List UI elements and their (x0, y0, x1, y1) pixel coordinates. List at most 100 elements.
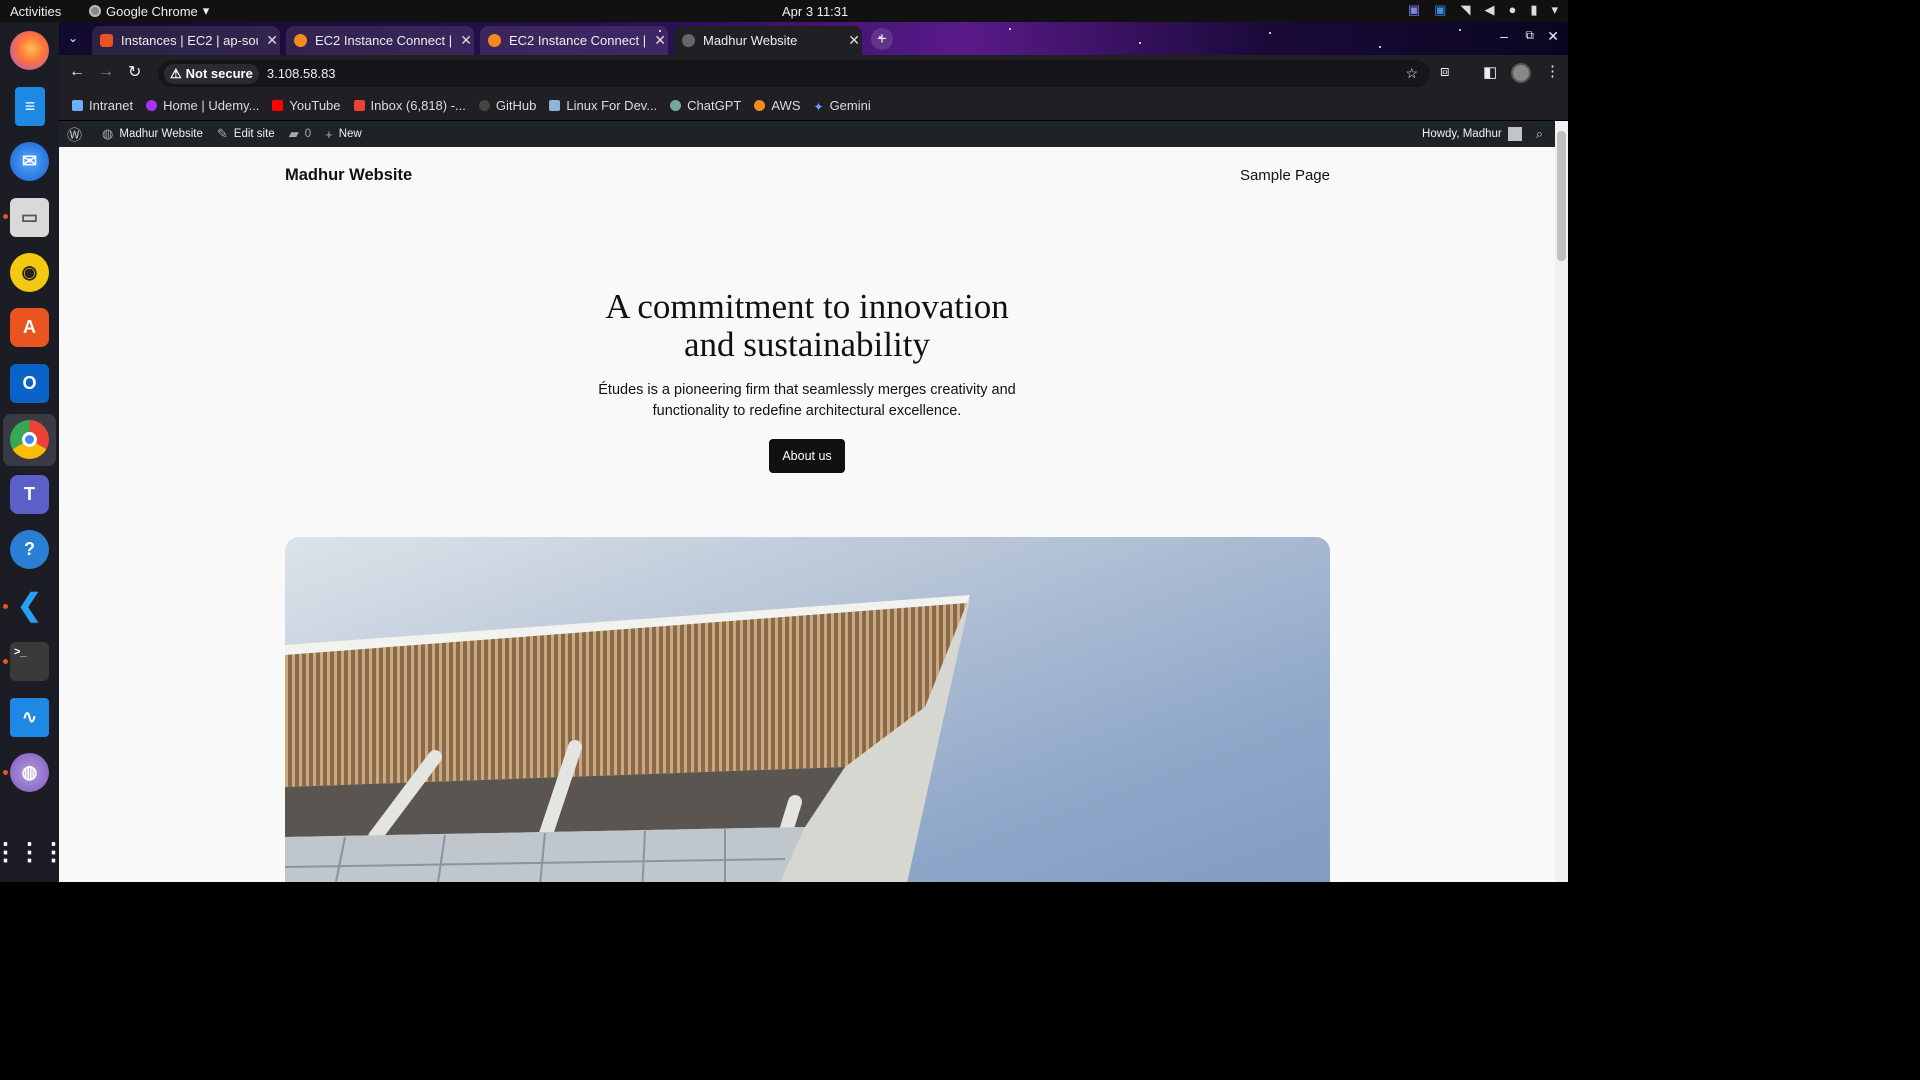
writer-icon[interactable]: ≡ (15, 87, 45, 126)
close-icon[interactable]: ✕ (266, 32, 280, 49)
app-menu[interactable]: Google Chrome ▾ (89, 3, 209, 19)
close-window-button[interactable]: ✕ (1547, 28, 1559, 45)
bookmark-github[interactable]: GitHub (478, 98, 536, 113)
terminal-icon[interactable]: >_ (10, 642, 49, 681)
avatar (1507, 127, 1522, 141)
tab-strip: ⌄ Instances | EC2 | ap-south ✕ EC2 Insta… (59, 22, 1568, 55)
teams-icon[interactable]: T (10, 475, 49, 514)
forward-button[interactable]: → (98, 63, 114, 81)
dashboard-icon: ◍ (102, 126, 114, 141)
bookmark-youtube[interactable]: YouTube (272, 98, 341, 113)
side-panel-icon[interactable]: ◧ (1483, 63, 1497, 81)
system-top-bar: Activities Google Chrome ▾ Apr 3 11:31 ▣… (0, 0, 1568, 22)
clock[interactable]: Apr 3 11:31 (782, 4, 848, 19)
wp-search-icon[interactable]: ⌕ (1536, 126, 1549, 142)
wp-howdy[interactable]: Howdy, Madhur (1422, 127, 1522, 141)
tab-ec2-connect-1[interactable]: EC2 Instance Connect | a ✕ (286, 26, 474, 55)
dock: ≡ ✉ ▭ ◉ A O T ? ❮ >_ ∿ ◍ ⋮⋮⋮ (0, 22, 66, 882)
hero-paragraph: Études is a pioneering firm that seamles… (59, 380, 1555, 422)
chevron-down-icon[interactable]: ▾ (1551, 2, 1558, 18)
tab-madhur-website[interactable]: Madhur Website ✕ (674, 26, 862, 55)
youtube-icon (272, 100, 284, 111)
reload-button[interactable]: ↻ (128, 62, 141, 82)
site-title[interactable]: Madhur Website (285, 166, 412, 185)
wp-comments[interactable]: ▰ 0 (289, 126, 311, 142)
about-us-button[interactable]: About us (769, 439, 845, 473)
bookmark-gmail[interactable]: Inbox (6,818) -... (353, 98, 466, 113)
files-icon[interactable]: ▭ (10, 198, 49, 237)
teams-tray-icon[interactable]: ▣ (1408, 2, 1420, 18)
bookmark-udemy[interactable]: Home | Udemy... (146, 98, 259, 113)
aws-icon (488, 34, 501, 47)
running-indicator (3, 604, 8, 609)
chevron-down-icon: ▾ (202, 3, 210, 18)
page-scrollbar[interactable] (1555, 121, 1568, 882)
outlook-tray-icon[interactable]: ▣ (1434, 2, 1446, 18)
bookmark-chatgpt[interactable]: ChatGPT (670, 98, 741, 113)
bookmark-gemini[interactable]: ✦ Gemini (814, 98, 871, 114)
chatgpt-icon (670, 100, 682, 111)
close-icon[interactable]: ✕ (654, 32, 668, 49)
close-icon[interactable]: ✕ (460, 32, 474, 49)
wordpress-logo-icon[interactable]: Ⓦ (67, 124, 88, 145)
url-text[interactable]: 3.108.58.83 (267, 66, 336, 81)
brush-icon: ✎ (216, 126, 228, 141)
bookmark-intranet[interactable]: Intranet (72, 98, 133, 113)
outlook-icon[interactable]: O (10, 364, 49, 403)
globe-icon (682, 34, 695, 47)
volume-icon[interactable]: ◀ (1484, 2, 1494, 18)
scrollbar-thumb[interactable] (1557, 131, 1566, 261)
profile-avatar[interactable] (1511, 63, 1531, 83)
wp-new[interactable]: + New (325, 127, 362, 142)
plus-icon: + (325, 126, 333, 142)
firefox-icon[interactable] (10, 31, 49, 70)
microphone-icon[interactable]: ● (1508, 2, 1516, 18)
bookmark-star-icon[interactable]: ☆ (1405, 65, 1418, 82)
new-tab-button[interactable]: + (871, 28, 893, 50)
show-apps-icon[interactable]: ⋮⋮⋮ (0, 833, 66, 872)
thunderbird-icon[interactable]: ✉ (10, 142, 49, 181)
tab-ec2-connect-2[interactable]: EC2 Instance Connect | a ✕ (480, 26, 668, 55)
aws-icon (100, 34, 113, 47)
maximize-button[interactable]: ⧉ (1525, 28, 1534, 43)
intranet-icon (72, 100, 83, 111)
linux-icon (549, 100, 561, 111)
menu-icon[interactable]: ⋮ (1545, 62, 1560, 80)
vscode-icon[interactable]: ❮ (10, 586, 49, 625)
wp-edit-site[interactable]: ✎ Edit site (217, 126, 275, 142)
monitor-icon[interactable]: ∿ (10, 698, 49, 737)
bookmark-aws[interactable]: AWS (754, 98, 801, 113)
address-bar[interactable]: ⚠ Not secure 3.108.58.83 ☆ (158, 60, 1430, 87)
chrome-icon[interactable] (10, 420, 49, 459)
minimize-button[interactable]: – (1500, 28, 1508, 44)
hero-heading: A commitment to innovation and sustainab… (59, 288, 1555, 364)
extensions-icon[interactable]: ⧈ (1440, 63, 1450, 80)
security-chip[interactable]: ⚠ Not secure (164, 63, 259, 84)
back-button[interactable]: ← (69, 63, 85, 81)
app-center-icon[interactable]: A (10, 308, 49, 347)
network-app-icon[interactable]: ◍ (10, 753, 49, 792)
close-icon[interactable]: ✕ (848, 32, 862, 49)
aws-icon (754, 100, 766, 111)
hero-paragraph-line-1: Études is a pioneering firm that seamles… (598, 382, 1016, 398)
rhythmbox-icon[interactable]: ◉ (10, 253, 49, 292)
hero-heading-line-2: and sustainability (684, 325, 930, 364)
activities-button[interactable]: Activities (10, 4, 61, 19)
comment-icon: ▰ (288, 126, 299, 141)
hero-heading-line-1: A commitment to innovation (605, 287, 1009, 326)
help-icon[interactable]: ? (10, 530, 49, 569)
building-illustration (285, 595, 970, 882)
bookmarks-bar: Intranet Home | Udemy... YouTube Inbox (… (59, 91, 1568, 120)
running-indicator (3, 770, 8, 775)
wp-site-link[interactable]: ◍ Madhur Website (102, 126, 203, 142)
tab-search-chevron-icon[interactable]: ⌄ (68, 31, 78, 45)
wifi-icon[interactable]: ◥ (1460, 2, 1470, 18)
app-name: Google Chrome (106, 3, 198, 19)
chrome-icon (89, 5, 101, 17)
battery-icon[interactable]: ▮ (1530, 2, 1537, 18)
bookmark-linux[interactable]: Linux For Dev... (549, 98, 657, 113)
system-tray[interactable]: ▣ ▣ ◥ ◀ ● ▮ ▾ (1408, 2, 1558, 18)
tab-instances[interactable]: Instances | EC2 | ap-south ✕ (92, 26, 280, 55)
nav-sample-page[interactable]: Sample Page (1240, 167, 1330, 184)
browser-toolbar: ← → ↻ ⚠ Not secure 3.108.58.83 ☆ ⧈ ◧ ⋮ (59, 55, 1568, 91)
